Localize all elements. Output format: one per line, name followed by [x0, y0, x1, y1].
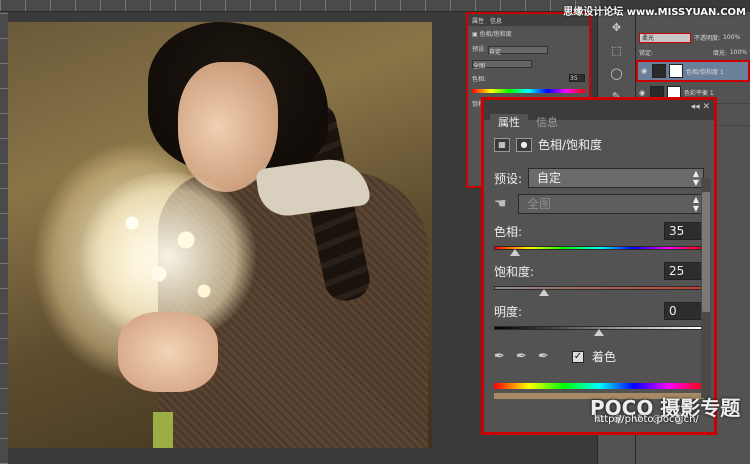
- visibility-eye-icon[interactable]: ◉: [639, 89, 647, 97]
- preset-label: 预设:: [494, 171, 523, 186]
- eyedropper-minus-icon[interactable]: ✒: [538, 349, 552, 364]
- layer-name: 色相/饱和度 1: [686, 68, 724, 76]
- eyedropper-plus-icon[interactable]: ✒: [516, 349, 530, 364]
- fill-row: 锁定: 填充: 100%: [636, 45, 750, 60]
- saturation-track: [494, 286, 704, 290]
- blend-row: 柔光 不透明度: 100%: [636, 30, 750, 45]
- input-spectrum-bar: [494, 383, 704, 389]
- adjustment-layer-icon[interactable]: ▦: [494, 137, 510, 152]
- layer-name: 色彩平衡 1: [684, 90, 714, 97]
- hue-label: 色相:: [494, 224, 523, 239]
- small-hue-label: 色相:: [472, 75, 487, 83]
- adjustment-title-row: ▦ ● 色相/饱和度: [494, 136, 704, 153]
- scrollbar-thumb[interactable]: [702, 192, 710, 312]
- move-icon[interactable]: ✥: [608, 21, 626, 35]
- opacity-label: 不透明度:: [694, 35, 721, 42]
- lasso-icon[interactable]: ◯: [608, 67, 626, 81]
- channel-select[interactable]: 全图 ▲ ▼: [518, 194, 704, 214]
- small-channel-row: 全图: [468, 57, 589, 71]
- properties-tabs: 属性 信息: [490, 114, 566, 132]
- saturation-thumb[interactable]: [539, 289, 550, 296]
- adjustment-title: 色相/饱和度: [538, 138, 603, 152]
- small-channel-select[interactable]: 全图: [472, 59, 532, 70]
- opacity-value[interactable]: 100%: [723, 34, 740, 41]
- hue-slider[interactable]: [494, 244, 704, 256]
- small-title-row: ▣ 色相/饱和度: [468, 26, 589, 41]
- preset-select[interactable]: 自定 ▲ ▼: [528, 168, 704, 188]
- eyedropper-icon[interactable]: ✒: [494, 349, 508, 364]
- visibility-eye-icon[interactable]: ◉: [641, 67, 649, 75]
- hue-thumb[interactable]: [510, 249, 520, 256]
- small-preset-label: 预设:: [472, 46, 487, 53]
- photo-stems: [153, 412, 173, 448]
- lightness-slider[interactable]: [494, 324, 704, 336]
- hue-track: [494, 246, 704, 250]
- small-preset-row: 预设: 自定: [468, 41, 589, 57]
- properties-panel: ◂◂ ✕ 属性 信息 ▦ ● 色相/饱和度 预设: 自定 ▲ ▼ ☚ 全图 ▲ ▼: [481, 97, 717, 435]
- panel-menu-icon[interactable]: ◂◂ ✕: [691, 102, 710, 112]
- small-hue-row: 色相: 35: [468, 71, 589, 86]
- small-tab-info[interactable]: 信息: [490, 16, 502, 25]
- photo-canvas[interactable]: [8, 22, 432, 448]
- watermark-url: http://photo.poco.cn/: [594, 414, 699, 425]
- hue-row: 色相: 35: [494, 222, 704, 240]
- properties-scrollbar[interactable]: [701, 178, 711, 398]
- layer-hue-saturation[interactable]: ◉ 色相/饱和度 1: [636, 60, 750, 82]
- mask-icon[interactable]: ●: [516, 137, 532, 152]
- watermark-missyuan: 思缘设计论坛 www.MISSYUAN.COM: [563, 7, 746, 18]
- blend-mode-select[interactable]: 柔光: [639, 32, 691, 43]
- top-ruler: [0, 0, 600, 12]
- lightness-thumb[interactable]: [594, 329, 604, 336]
- select-arrows-icon: ▲ ▼: [692, 169, 699, 187]
- channel-row: ☚ 全图 ▲ ▼: [494, 194, 704, 214]
- saturation-input[interactable]: 25: [664, 262, 704, 280]
- preset-row: 预设: 自定 ▲ ▼: [494, 168, 704, 188]
- tab-properties[interactable]: 属性: [490, 114, 528, 132]
- hand-targeted-adjust-icon[interactable]: ☚: [494, 196, 512, 212]
- adjustment-icon: ▣: [472, 31, 478, 38]
- small-title: 色相/饱和度: [479, 31, 512, 38]
- marquee-icon[interactable]: ⬚: [608, 44, 626, 58]
- tab-info[interactable]: 信息: [528, 114, 566, 132]
- small-hue-input[interactable]: 35: [569, 73, 585, 82]
- colorize-label: 着色: [592, 350, 617, 364]
- saturation-row: 饱和度: 25: [494, 262, 704, 280]
- left-ruler: [0, 12, 8, 464]
- eyedropper-row: ✒ ✒ ✒ ✓ 着色: [494, 348, 704, 365]
- lock-label: 锁定:: [639, 50, 654, 57]
- properties-body: ▦ ● 色相/饱和度 预设: 自定 ▲ ▼ ☚ 全图 ▲ ▼ 色相: 35 饱和…: [484, 120, 714, 399]
- lightness-row: 明度: 0: [494, 302, 704, 320]
- hue-input[interactable]: 35: [664, 222, 704, 240]
- lightness-label: 明度:: [494, 304, 523, 319]
- small-tab-properties[interactable]: 属性: [472, 16, 484, 25]
- mask-thumbnail[interactable]: [669, 64, 683, 78]
- properties-header: ◂◂ ✕ 属性 信息: [484, 100, 714, 132]
- adjustment-thumbnail: [652, 64, 666, 78]
- select-arrows-icon: ▲ ▼: [692, 195, 699, 213]
- fill-value[interactable]: 100%: [730, 49, 747, 56]
- small-preset-select[interactable]: 自定: [487, 45, 548, 56]
- fill-label: 填充:: [712, 50, 727, 57]
- small-hue-bar: [472, 88, 585, 93]
- photo-hands: [118, 312, 218, 392]
- saturation-slider[interactable]: [494, 284, 704, 296]
- saturation-label: 饱和度:: [494, 264, 535, 279]
- lightness-input[interactable]: 0: [664, 302, 704, 320]
- colorize-checkbox[interactable]: ✓: [572, 350, 584, 363]
